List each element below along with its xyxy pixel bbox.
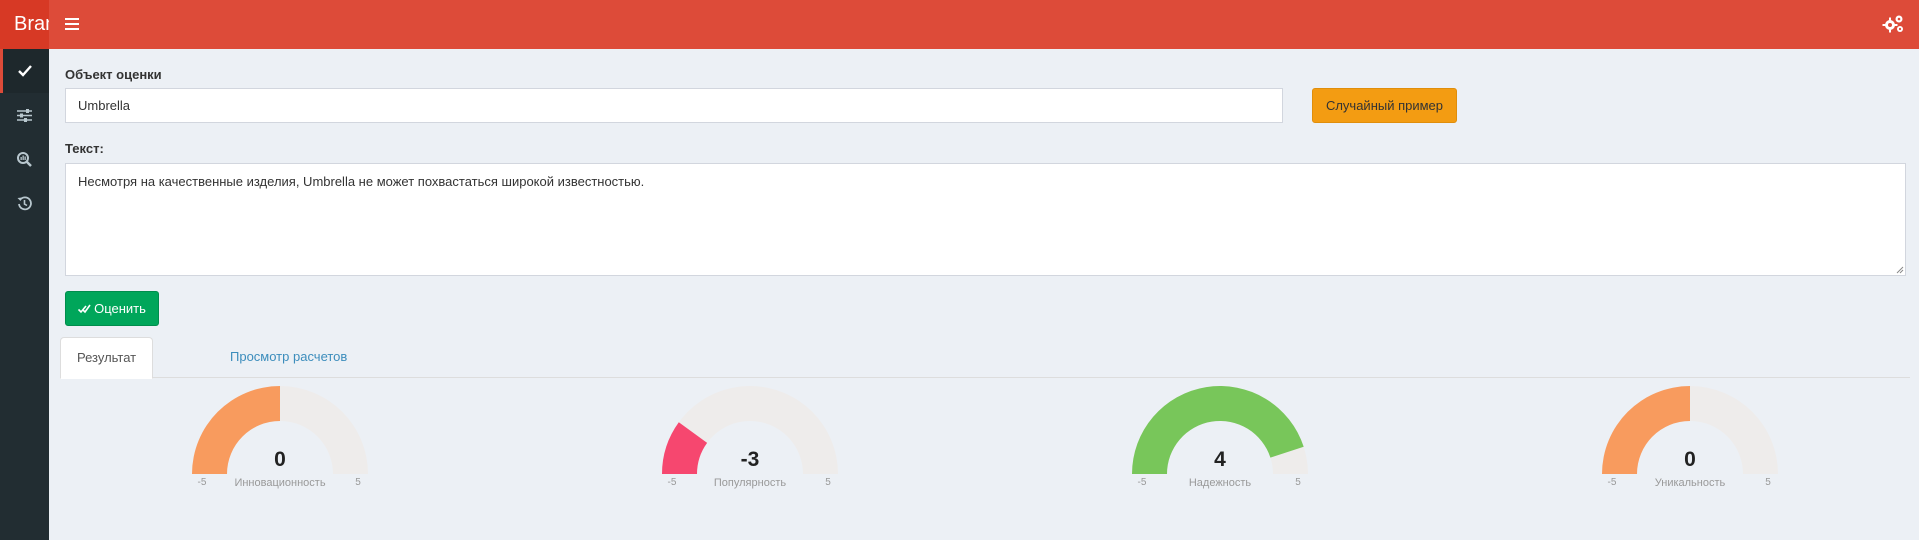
history-icon (17, 195, 32, 210)
text-area[interactable]: Несмотря на качественные изделия, Umbrel… (65, 163, 1906, 276)
sidebar-item-history[interactable] (0, 181, 49, 225)
gauge-arc (1132, 386, 1308, 474)
sidebar-item-search[interactable] (0, 137, 49, 181)
text-label: Текст: (65, 141, 104, 156)
gauge-popularity: -3 -5 Популярность 5 (650, 382, 850, 492)
tab-calculations[interactable]: Просмотр расчетов (214, 337, 363, 378)
gauge-arc (192, 386, 368, 474)
evaluate-button-label: Оценить (94, 301, 146, 316)
gauge-max: 5 (1295, 477, 1301, 488)
sidebar-item-evaluate[interactable] (0, 49, 49, 93)
gauge-value: 0 (1684, 448, 1696, 471)
gauge-reliability: 4 -5 Надежность 5 (1120, 382, 1320, 492)
check-icon (17, 65, 32, 77)
search-chart-icon (17, 151, 32, 167)
sidebar-item-settings[interactable] (0, 93, 49, 137)
tab-result[interactable]: Результат (60, 337, 154, 379)
top-navbar: Brand (0, 0, 1919, 49)
object-input[interactable]: Umbrella (65, 88, 1283, 123)
gauge-innovation: 0 -5 Инновационность 5 (180, 382, 380, 492)
object-label: Объект оценки (65, 67, 162, 82)
brand-logo[interactable]: Brand (0, 0, 49, 49)
result-tabs: Результат Просмотр расчетов (60, 337, 1910, 379)
gauge-uniqueness: 0 -5 Уникальность 5 (1590, 382, 1790, 492)
double-check-icon (78, 304, 91, 313)
gauge-max: 5 (825, 477, 831, 488)
gauge-value: 4 (1214, 448, 1226, 471)
random-example-button[interactable]: Случайный пример (1312, 88, 1457, 123)
text-area-content: Несмотря на качественные изделия, Umbrel… (78, 174, 645, 189)
evaluate-button[interactable]: Оценить (65, 291, 159, 326)
sliders-icon (17, 108, 32, 122)
gears-icon[interactable] (1881, 12, 1907, 36)
resize-handle-icon[interactable] (1896, 266, 1904, 274)
sidebar (0, 49, 49, 540)
gauge-value: -3 (740, 448, 760, 471)
gauge-value: 0 (274, 448, 286, 471)
gauge-max: 5 (355, 477, 361, 488)
gauge-arc (662, 386, 838, 474)
gauge-arc (1602, 386, 1778, 474)
gauge-max: 5 (1765, 477, 1771, 488)
menu-icon[interactable] (60, 12, 84, 36)
